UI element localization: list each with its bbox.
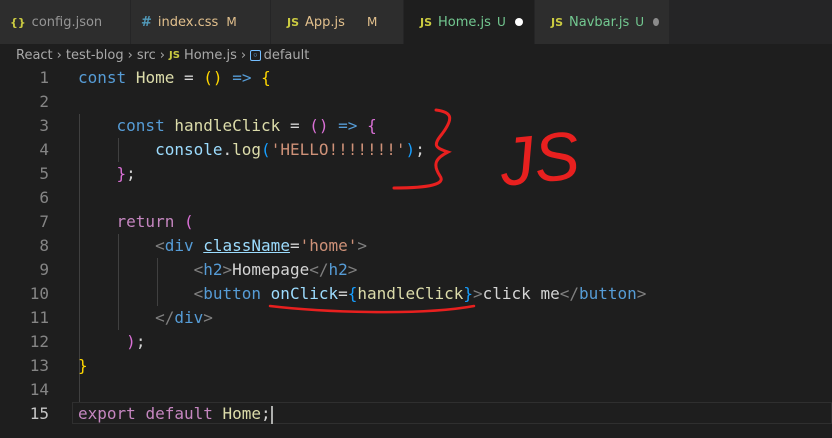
annotation-overlay: JS	[268, 108, 583, 314]
annotation-js-label: JS	[495, 117, 583, 201]
annotation-curly-brace	[392, 108, 452, 190]
annotation-underline	[268, 304, 476, 314]
